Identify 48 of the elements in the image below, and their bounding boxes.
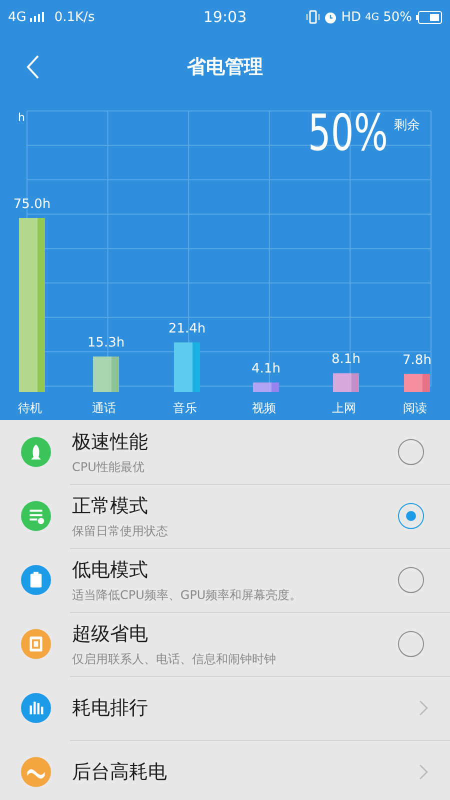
radio-button[interactable] bbox=[398, 439, 424, 465]
mode-title: 超级省电 bbox=[72, 622, 149, 646]
bar bbox=[404, 374, 430, 392]
value-label: 15.3h bbox=[87, 336, 125, 350]
mode-title: 正常模式 bbox=[72, 494, 149, 518]
bar bbox=[174, 342, 200, 392]
alarm-icon bbox=[324, 10, 338, 24]
network-type: 4G bbox=[8, 10, 26, 24]
value-label: 7.8h bbox=[402, 352, 432, 368]
hd-indicator: HD bbox=[341, 10, 361, 24]
chevron-right-icon[interactable] bbox=[419, 700, 428, 716]
battery-percent: 50% bbox=[383, 10, 412, 24]
category-label: 阅读 bbox=[403, 401, 427, 415]
axis-unit: h bbox=[18, 111, 25, 124]
category-label: 待机 bbox=[18, 401, 42, 415]
mode-title: 极速性能 bbox=[72, 430, 149, 454]
mode-title: 低电模式 bbox=[72, 558, 149, 582]
category-label: 通话 bbox=[92, 401, 116, 415]
vibrate-icon bbox=[306, 10, 320, 24]
battery-icon bbox=[416, 10, 442, 24]
mode-description: 保留日常使用状态 bbox=[72, 522, 169, 540]
radio-button[interactable] bbox=[398, 503, 424, 529]
mode-title: 后台高耗电 bbox=[72, 760, 168, 785]
category-label: 视频 bbox=[252, 401, 276, 415]
clock: 19:03 bbox=[203, 8, 247, 26]
category-label: 上网 bbox=[332, 401, 356, 415]
category-label: 音乐 bbox=[173, 401, 197, 415]
value-label: 75.0h bbox=[13, 197, 51, 212]
chevron-right-icon[interactable] bbox=[419, 764, 428, 780]
value-label: 21.4h bbox=[168, 321, 206, 336]
mode-description: 仅启用联系人、电话、信息和闹钟时钟 bbox=[72, 650, 277, 668]
remaining-percent: 50% bbox=[308, 108, 388, 158]
value-label: 4.1h bbox=[252, 362, 280, 376]
mode-title: 耗电排行 bbox=[72, 696, 149, 721]
value-label: 8.1h bbox=[332, 352, 360, 368]
bar bbox=[93, 356, 119, 392]
page-title: 省电管理 bbox=[187, 56, 263, 78]
radio-button[interactable] bbox=[398, 631, 424, 657]
network-type: 4G bbox=[364, 12, 380, 22]
network-speed: 0.1K/s bbox=[54, 10, 95, 24]
mode-description: 适当降低CPU频率、GPU频率和屏幕亮度。 bbox=[72, 586, 303, 604]
signal-icon bbox=[30, 12, 44, 22]
back-icon[interactable] bbox=[26, 54, 40, 80]
bar bbox=[333, 373, 359, 392]
radio-button[interactable] bbox=[398, 567, 424, 593]
mode-description: CPU性能最优 bbox=[72, 458, 146, 476]
remaining-label: 剩余 bbox=[394, 117, 420, 134]
bar bbox=[253, 382, 279, 392]
